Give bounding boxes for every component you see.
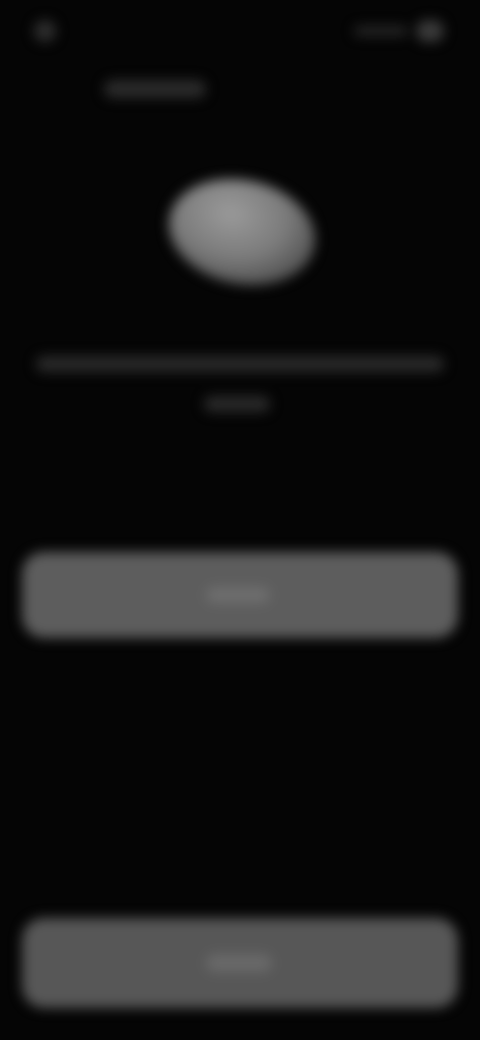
status-indicator-icon	[34, 20, 56, 42]
status-bar	[0, 0, 480, 64]
message-text-line-1	[36, 356, 444, 372]
signal-icon	[354, 26, 408, 36]
status-icons	[348, 20, 444, 42]
device-image	[158, 165, 326, 299]
primary-button-label	[206, 587, 270, 603]
page-title	[104, 80, 206, 98]
battery-icon	[416, 20, 444, 42]
screen	[0, 0, 480, 1040]
secondary-button-label	[206, 954, 272, 972]
message-text-line-2	[204, 396, 270, 412]
